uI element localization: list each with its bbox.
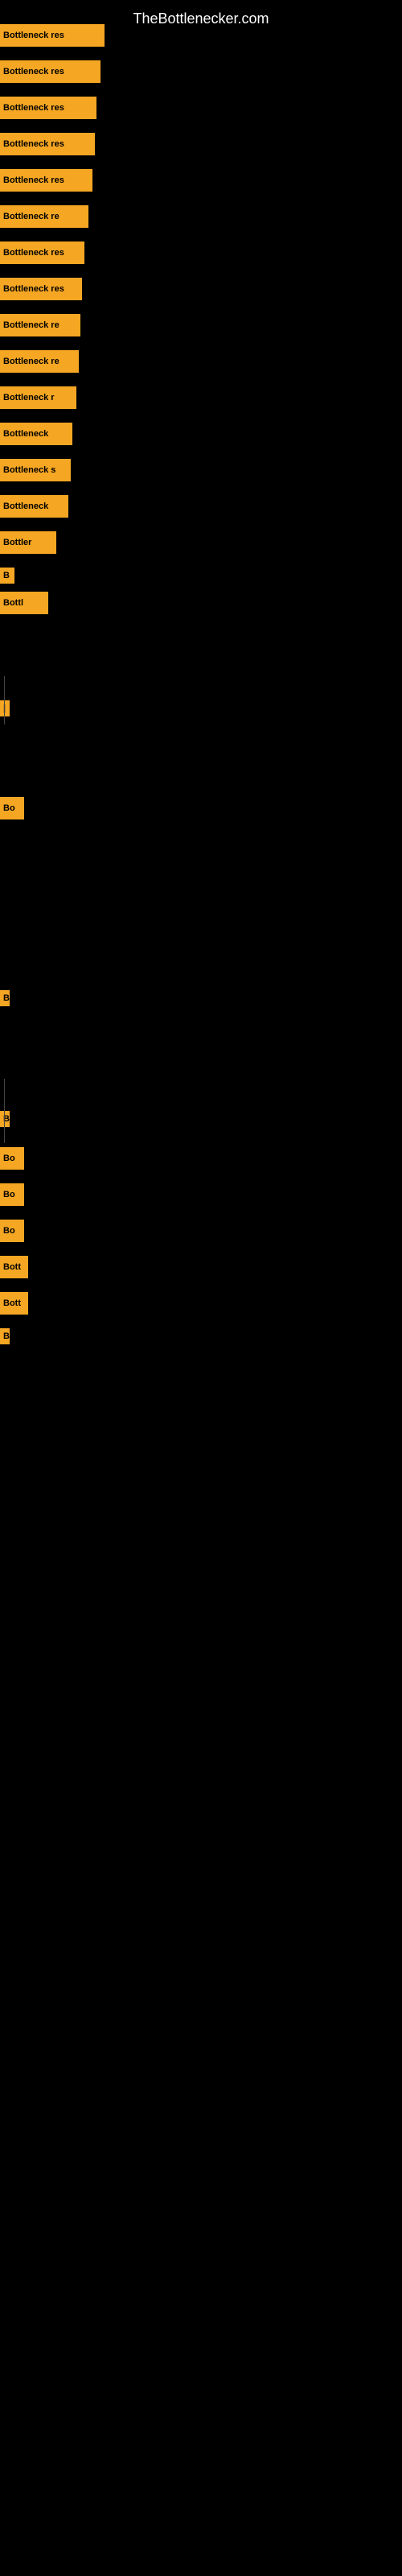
bottleneck-bar-12: Bottleneck — [0, 423, 72, 445]
bottleneck-bar-7: Bottleneck res — [0, 242, 84, 264]
bottleneck-bar-25: Bott — [0, 1256, 28, 1278]
vertical-line-2 — [4, 1079, 5, 1143]
bottleneck-bar-8: Bottleneck res — [0, 278, 82, 300]
bottleneck-bar-17: Bottl — [0, 592, 48, 614]
bottleneck-bar-14: Bottleneck — [0, 495, 68, 518]
bottleneck-bar-19: Bo — [0, 797, 24, 819]
bottleneck-bar-23: Bo — [0, 1183, 24, 1206]
bottleneck-bar-11: Bottleneck r — [0, 386, 76, 409]
bottleneck-bar-3: Bottleneck res — [0, 97, 96, 119]
bottleneck-bar-24: Bo — [0, 1220, 24, 1242]
bottleneck-bar-22: Bo — [0, 1147, 24, 1170]
bottleneck-bar-20: B — [0, 990, 10, 1006]
bottleneck-bar-4: Bottleneck res — [0, 133, 95, 155]
bottleneck-bar-15: Bottler — [0, 531, 56, 554]
bottleneck-bar-10: Bottleneck re — [0, 350, 79, 373]
bottleneck-bar-27: B — [0, 1328, 10, 1344]
bottleneck-bar-9: Bottleneck re — [0, 314, 80, 336]
bottleneck-bar-21: B — [0, 1111, 10, 1127]
bottleneck-bar-5: Bottleneck res — [0, 169, 92, 192]
bottleneck-bar-1: Bottleneck res — [0, 24, 105, 47]
bottleneck-bar-13: Bottleneck s — [0, 459, 71, 481]
vertical-line-1 — [4, 676, 5, 724]
bottleneck-bar-2: Bottleneck res — [0, 60, 100, 83]
bottleneck-bar-18: | — [0, 700, 10, 716]
bottleneck-bar-16: B — [0, 568, 14, 584]
bottleneck-bar-6: Bottleneck re — [0, 205, 88, 228]
bottleneck-bar-26: Bott — [0, 1292, 28, 1315]
